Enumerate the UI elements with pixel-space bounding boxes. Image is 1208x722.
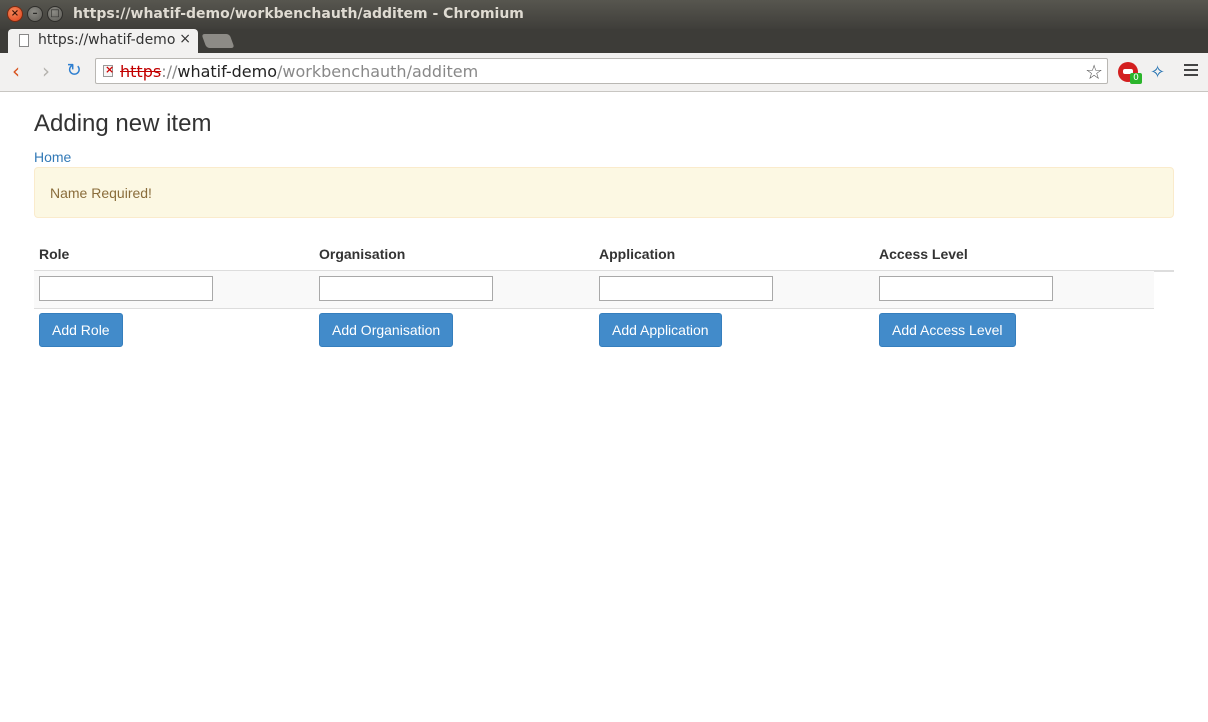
- column-header-role: Role: [39, 246, 70, 262]
- address-bar[interactable]: × https://whatif-demo/workbenchauth/addi…: [95, 58, 1108, 84]
- window-close-button[interactable]: ×: [7, 6, 23, 22]
- url-scheme: https: [120, 62, 162, 81]
- page-title: Adding new item: [34, 110, 212, 137]
- role-input[interactable]: [39, 276, 213, 301]
- add-access-level-button[interactable]: Add Access Level: [879, 313, 1016, 347]
- access-level-input[interactable]: [879, 276, 1053, 301]
- network-extension-icon[interactable]: ✧: [1150, 62, 1165, 83]
- reload-icon[interactable]: ↻: [64, 61, 84, 81]
- extension-badge: 0: [1130, 73, 1142, 84]
- back-arrow-icon[interactable]: ‹: [6, 61, 26, 81]
- page-favicon-icon: [19, 34, 29, 47]
- new-tab-button[interactable]: [201, 34, 235, 48]
- url-separator: ://: [161, 62, 178, 81]
- browser-tab[interactable]: https://whatif-demo ×: [8, 29, 198, 53]
- url-path: /workbenchauth/additem: [277, 62, 479, 81]
- tab-close-icon[interactable]: ×: [179, 31, 191, 47]
- add-role-button[interactable]: Add Role: [39, 313, 123, 347]
- home-link[interactable]: Home: [34, 149, 71, 165]
- column-header-application: Application: [599, 246, 676, 262]
- page-content: Adding new item Home Name Required! Role…: [0, 92, 1208, 722]
- organisation-input[interactable]: [319, 276, 493, 301]
- window-title: https://whatif-demo/workbenchauth/addite…: [73, 6, 524, 22]
- warning-alert: Name Required!: [34, 167, 1174, 218]
- add-organisation-button[interactable]: Add Organisation: [319, 313, 454, 347]
- column-header-access-level: Access Level: [879, 246, 968, 262]
- add-application-button[interactable]: Add Application: [599, 313, 722, 347]
- browser-toolbar: ‹ › ↻ × https://whatif-demo/workbenchaut…: [0, 53, 1208, 92]
- window-titlebar: × – □ https://whatif-demo/workbenchauth/…: [0, 0, 1208, 29]
- ssl-error-icon: ×: [105, 63, 115, 76]
- bookmark-star-icon[interactable]: ☆: [1085, 60, 1103, 84]
- tab-title: https://whatif-demo: [38, 32, 176, 48]
- forward-arrow-icon[interactable]: ›: [36, 61, 56, 81]
- column-header-organisation: Organisation: [319, 246, 406, 262]
- url-text[interactable]: https://whatif-demo/workbenchauth/addite…: [120, 62, 478, 81]
- application-input[interactable]: [599, 276, 773, 301]
- table-header: Role Organisation Application Access Lev…: [34, 239, 1174, 272]
- window-minimize-button[interactable]: –: [27, 6, 43, 22]
- window-maximize-button[interactable]: □: [47, 6, 63, 22]
- url-host: whatif-demo: [177, 62, 278, 81]
- chrome-menu-icon[interactable]: [1184, 64, 1198, 79]
- tab-strip: https://whatif-demo ×: [0, 29, 1208, 53]
- table-row: [34, 271, 1154, 309]
